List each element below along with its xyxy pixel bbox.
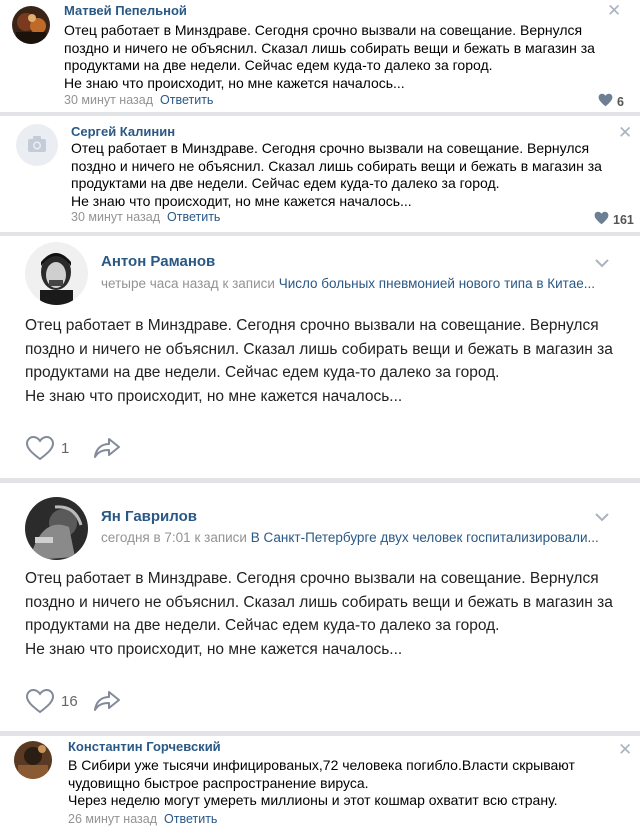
- comment-line: Через неделю могут умереть миллионы и эт…: [68, 792, 558, 808]
- post-line: Не знаю что происходит, но мне кажется н…: [25, 387, 403, 405]
- post-time[interactable]: четыре часа назад: [101, 276, 219, 291]
- comment-meta: 30 минут назад Ответить: [64, 93, 213, 107]
- to-post-label: к записи: [194, 530, 247, 545]
- like-count: 161: [613, 212, 634, 227]
- heart-icon: [598, 93, 613, 110]
- reply-button[interactable]: Ответить: [167, 210, 220, 224]
- reply-button[interactable]: Ответить: [160, 93, 213, 107]
- comment-time[interactable]: 30 минут назад: [64, 93, 153, 107]
- comment-author[interactable]: Матвей Пепельной: [64, 3, 187, 18]
- close-icon[interactable]: ✕: [618, 741, 632, 758]
- comment-card: Матвей Пепельной ✕ Отец работает в Минзд…: [0, 0, 640, 112]
- post-line: поздно и ничего не объяснил. Сказал лишь…: [25, 340, 613, 358]
- close-icon[interactable]: ✕: [607, 2, 621, 19]
- post-link[interactable]: В Санкт-Петербурге двух человек госпитал…: [251, 530, 599, 545]
- like-count: 16: [61, 692, 78, 710]
- post-line: продуктами на две недели. Сейчас едем ку…: [25, 617, 500, 634]
- share-arrow-icon[interactable]: [93, 690, 121, 712]
- comment-author[interactable]: Константин Горчевский: [68, 739, 221, 754]
- like-count: 6: [617, 94, 624, 109]
- chevron-down-icon[interactable]: [594, 258, 610, 268]
- post-text: Отец работает в Минздраве. Сегодня срочн…: [25, 314, 613, 408]
- like-button[interactable]: 161: [594, 211, 634, 228]
- heart-icon[interactable]: [25, 435, 55, 461]
- post-line: Отец работает в Минздраве. Сегодня срочн…: [25, 570, 599, 587]
- post-line: Отец работает в Минздраве. Сегодня срочн…: [25, 317, 599, 334]
- comment-time[interactable]: 30 минут назад: [71, 210, 160, 224]
- post-actions: 16: [25, 688, 121, 714]
- reply-button[interactable]: Ответить: [164, 812, 217, 826]
- avatar[interactable]: [25, 242, 88, 305]
- chevron-down-icon[interactable]: [594, 512, 610, 522]
- post-subtitle: четыре часа назад к записи Число больных…: [101, 276, 595, 291]
- avatar[interactable]: [25, 497, 88, 560]
- post-line: поздно и ничего не объяснил. Сказал лишь…: [25, 593, 613, 611]
- post-text: Отец работает в Минздраве. Сегодня срочн…: [25, 567, 613, 661]
- comment-line: Не знаю что происходит, но мне кажется н…: [71, 192, 412, 209]
- post-time[interactable]: сегодня в 7:01: [101, 530, 191, 545]
- avatar[interactable]: [16, 124, 58, 166]
- comment-line: продуктами на две недели. Сейчас едем ку…: [71, 175, 500, 191]
- comment-text: Отец работает в Минздраве. Сегодня срочн…: [71, 140, 602, 210]
- comment-line: поздно и ничего не объяснил. Сказал лишь…: [71, 157, 602, 174]
- comment-line: Отец работает в Минздраве. Сегодня срочн…: [64, 22, 583, 38]
- comment-author[interactable]: Сергей Калинин: [71, 124, 175, 139]
- comment-line: Отец работает в Минздраве. Сегодня срочн…: [71, 140, 590, 156]
- post-actions: 1: [25, 435, 121, 461]
- post-subtitle: сегодня в 7:01 к записи В Санкт-Петербур…: [101, 530, 599, 545]
- heart-icon: [594, 211, 609, 228]
- comment-text: Отец работает в Минздраве. Сегодня срочн…: [64, 22, 595, 92]
- comment-card: Сергей Калинин ✕ Отец работает в Минздра…: [0, 116, 640, 232]
- like-button[interactable]: 6: [598, 93, 624, 110]
- avatar[interactable]: [12, 6, 50, 44]
- comment-line: чудовищно быстрое распространение вируса…: [68, 774, 369, 791]
- post-author[interactable]: Ян Гаврилов: [101, 508, 197, 525]
- comment-line: продуктами на две недели. Сейчас едем ку…: [64, 57, 493, 73]
- comment-meta: 30 минут назад Ответить: [71, 210, 220, 224]
- to-post-label: к записи: [222, 276, 275, 291]
- like-count: 1: [61, 439, 70, 457]
- comment-line: Не знаю что происходит, но мне кажется н…: [64, 74, 405, 91]
- comment-meta: 26 минут назад Ответить: [68, 812, 217, 826]
- post-line: Не знаю что происходит, но мне кажется н…: [25, 640, 403, 658]
- avatar[interactable]: [14, 741, 52, 779]
- comment-card: Константин Горчевский ✕ В Сибири уже тыс…: [0, 736, 640, 833]
- share-arrow-icon[interactable]: [93, 437, 121, 459]
- post-line: продуктами на две недели. Сейчас едем ку…: [25, 364, 500, 381]
- comment-line: В Сибири уже тысячи инфицированых,72 чел…: [68, 757, 575, 773]
- comment-text: В Сибири уже тысячи инфицированых,72 чел…: [68, 757, 575, 810]
- post-link[interactable]: Число больных пневмонией нового типа в К…: [279, 276, 595, 291]
- heart-icon[interactable]: [25, 688, 55, 714]
- close-icon[interactable]: ✕: [618, 124, 632, 141]
- post-author[interactable]: Антон Раманов: [101, 253, 215, 270]
- comment-time[interactable]: 26 минут назад: [68, 812, 157, 826]
- post-card: Ян Гаврилов сегодня в 7:01 к записи В Са…: [0, 483, 640, 731]
- comment-line: поздно и ничего не объяснил. Сказал лишь…: [64, 39, 595, 56]
- post-card: Антон Раманов четыре часа назад к записи…: [0, 236, 640, 478]
